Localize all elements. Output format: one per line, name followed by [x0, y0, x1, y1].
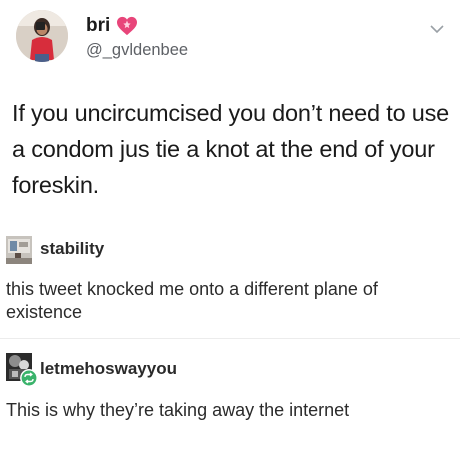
display-name-row: bri: [86, 14, 138, 38]
comment-text: this tweet knocked me onto a different p…: [6, 279, 378, 322]
repost-badge-icon: [20, 369, 38, 387]
tweet-text: If you uncircumcised you don’t need to u…: [12, 100, 450, 198]
avatar[interactable]: [16, 10, 68, 62]
chevron-down-icon[interactable]: [430, 24, 444, 34]
comment-text: This is why they’re taking away the inte…: [6, 400, 350, 420]
avatar-image[interactable]: [6, 236, 32, 264]
handle[interactable]: @_gvldenbee: [86, 41, 188, 60]
heart-icon: [117, 16, 138, 36]
comment-username[interactable]: letmehoswayyou: [40, 359, 177, 379]
tweet-card: bri @_gvldenbee If you uncircumcised you…: [0, 0, 460, 222]
display-name[interactable]: bri: [86, 15, 110, 37]
comment-username[interactable]: stability: [40, 239, 104, 259]
comment: stability this tweet knocked me onto a d…: [0, 222, 460, 338]
comment: letmehoswayyou This is why they’re takin…: [0, 338, 460, 451]
